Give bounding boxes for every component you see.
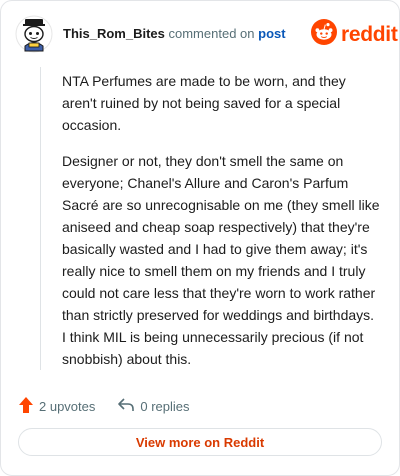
comment-body: NTA Perfumes are made to be worn, and th… xyxy=(62,70,380,384)
username-link[interactable]: This_Rom_Bites xyxy=(63,26,165,41)
comment-header: This_Rom_Bites commented on post xyxy=(63,26,286,41)
replies-stat[interactable]: 0 replies xyxy=(117,397,190,416)
comment-paragraph: Designer or not, they don't smell the sa… xyxy=(62,153,380,367)
replies-count: 0 replies xyxy=(140,399,190,414)
upvotes-count: 2 upvotes xyxy=(39,399,96,414)
reddit-wordmark: reddit xyxy=(341,22,398,46)
user-avatar-icon[interactable] xyxy=(15,15,53,53)
reddit-logo[interactable]: reddit xyxy=(311,19,398,50)
comment-paragraph: NTA Perfumes are made to be worn, and th… xyxy=(62,73,346,133)
comment-card: This_Rom_Bites commented on post reddit … xyxy=(0,0,400,476)
reddit-snoo-icon xyxy=(311,19,337,50)
post-link[interactable]: post xyxy=(258,26,285,41)
action-text: commented on xyxy=(168,26,255,41)
reply-arrow-icon xyxy=(117,397,135,416)
upvotes-stat[interactable]: 2 upvotes xyxy=(18,396,95,417)
thread-line xyxy=(40,67,41,370)
comment-footer: 2 upvotes 0 replies xyxy=(18,396,190,417)
upvote-arrow-icon xyxy=(18,396,34,417)
view-more-button[interactable]: View more on Reddit xyxy=(18,428,382,456)
